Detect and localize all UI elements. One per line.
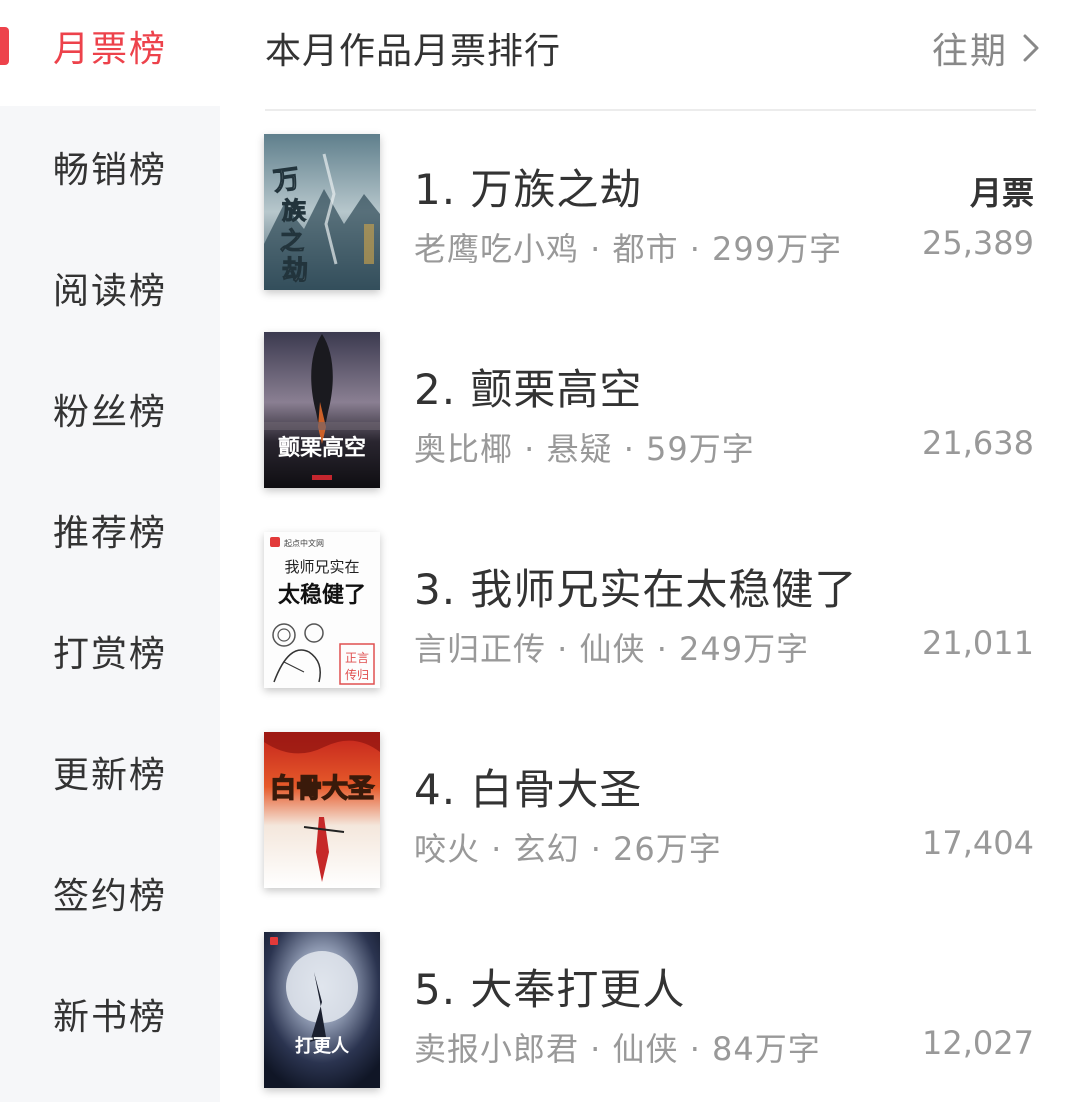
vote-count: 21,011 <box>922 624 1034 662</box>
header-divider <box>265 109 1036 111</box>
list-item[interactable]: 万 族 之 劫 1. 万族之劫 月票 老鹰吃小鸡 · 都市 · 299万字 25… <box>0 132 1080 292</box>
book-cover[interactable]: 起点中文网 我师兄实在 太稳健了 正言 传归 <box>264 532 380 688</box>
book-title[interactable]: 3. 我师兄实在太稳健了 <box>414 556 857 617</box>
book-meta: 卖报小郎君 · 仙侠 · 84万字 <box>414 1030 821 1068</box>
list-item[interactable]: 颤栗高空 2. 颤栗高空 奥比椰 · 悬疑 · 59万字 21,638 <box>0 332 1080 492</box>
svg-text:正言: 正言 <box>345 651 369 665</box>
book-cover[interactable]: 打更人 <box>264 932 380 1088</box>
list-item[interactable]: 起点中文网 我师兄实在 太稳健了 正言 传归 3. 我师兄实在太稳健了 言归正传… <box>0 532 1080 692</box>
chevron-right-icon <box>1023 34 1039 62</box>
list-item[interactable]: 打更人 5. 大奉打更人 卖报小郎君 · 仙侠 · 84万字 12,027 <box>0 932 1080 1092</box>
book-meta: 奥比椰 · 悬疑 · 59万字 <box>414 430 755 468</box>
votes-label: 月票 <box>969 174 1034 212</box>
book-title[interactable]: 5. 大奉打更人 <box>414 956 685 1017</box>
svg-text:之: 之 <box>280 227 304 255</box>
book-title[interactable]: 2. 颤栗高空 <box>414 356 642 417</box>
vote-count: 21,638 <box>922 424 1034 462</box>
book-title[interactable]: 4. 白骨大圣 <box>414 756 642 817</box>
svg-text:传归: 传归 <box>345 667 369 682</box>
book-title[interactable]: 1. 万族之劫 <box>414 156 642 217</box>
svg-text:我师兄实在: 我师兄实在 <box>284 558 359 576</box>
vote-count: 25,389 <box>922 224 1034 262</box>
book-meta: 咬火 · 玄幻 · 26万字 <box>414 830 722 868</box>
book-meta: 言归正传 · 仙侠 · 249万字 <box>414 630 810 668</box>
vote-count: 12,027 <box>922 1024 1034 1062</box>
svg-text:太稳健了: 太稳健了 <box>278 582 366 608</box>
sidebar-item-monthly-ticket[interactable]: 月票榜 <box>0 16 220 76</box>
svg-text:颤栗高空: 颤栗高空 <box>278 435 366 461</box>
svg-text:起点中文网: 起点中文网 <box>284 538 324 548</box>
book-cover[interactable]: 颤栗高空 <box>264 332 380 488</box>
book-meta: 老鹰吃小鸡 · 都市 · 299万字 <box>414 230 843 268</box>
history-button[interactable]: 往期 <box>932 22 1040 74</box>
svg-text:白骨大圣: 白骨大圣 <box>270 773 375 804</box>
svg-text:打更人: 打更人 <box>295 1035 350 1057</box>
svg-text:族: 族 <box>282 197 307 225</box>
svg-text:万: 万 <box>272 164 302 197</box>
page-title: 本月作品月票排行 <box>265 31 562 72</box>
vote-count: 17,404 <box>922 824 1034 862</box>
book-cover[interactable]: 白骨大圣 <box>264 732 380 888</box>
svg-text:劫: 劫 <box>282 256 308 286</box>
book-cover[interactable]: 万 族 之 劫 <box>264 134 380 290</box>
list-item[interactable]: 白骨大圣 4. 白骨大圣 咬火 · 玄幻 · 26万字 17,404 <box>0 732 1080 892</box>
history-label: 往期 <box>931 31 1008 72</box>
